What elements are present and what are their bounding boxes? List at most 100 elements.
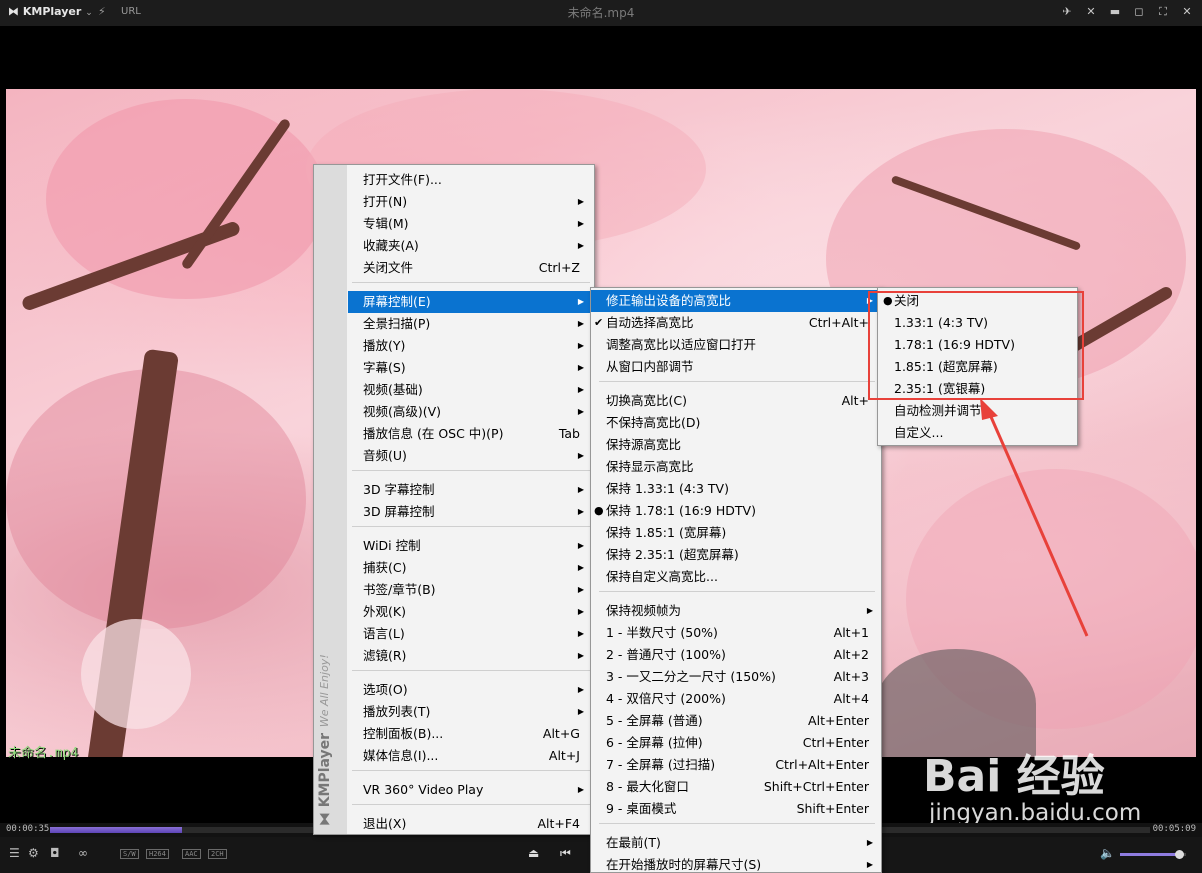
- menu-item[interactable]: 6 - 全屏幕 (拉伸) Ctrl+Enter: [591, 732, 881, 754]
- vr-glasses-icon[interactable]: ∞: [78, 846, 88, 860]
- menu-item[interactable]: 播放信息 (在 OSC 中)(P) Tab: [314, 423, 594, 445]
- menu-item-label: 保持 1.78:1 (16:9 HDTV): [606, 503, 756, 518]
- menu-item[interactable]: 保持视频帧为 ▶: [591, 600, 881, 622]
- menu-separator: [599, 381, 875, 382]
- menu-item[interactable]: 捕获(C) ▶: [314, 557, 594, 579]
- menu-item[interactable]: 保持自定义高宽比...: [591, 566, 881, 588]
- menu-item[interactable]: 全景扫描(P) ▶: [314, 313, 594, 335]
- menu-item[interactable]: 退出(X) Alt+F4: [314, 813, 594, 835]
- window-title: 未命名.mp4: [567, 6, 635, 20]
- menu-item[interactable]: 7 - 全屏幕 (过扫描) Ctrl+Alt+Enter: [591, 754, 881, 776]
- menu-item[interactable]: 2 - 普通尺寸 (100%) Alt+2: [591, 644, 881, 666]
- menu-item[interactable]: 9 - 桌面模式 Shift+Enter: [591, 798, 881, 820]
- menu-item-shortcut: Alt+1: [833, 625, 869, 640]
- close-icon[interactable]: ✕: [1178, 3, 1196, 21]
- pin-icon[interactable]: ✈: [1058, 3, 1076, 21]
- menu-item-label: 字幕(S): [363, 360, 406, 375]
- menu-item[interactable]: WiDi 控制 ▶: [314, 535, 594, 557]
- menu-item[interactable]: 4 - 双倍尺寸 (200%) Alt+4: [591, 688, 881, 710]
- menu-item[interactable]: ● 保持 1.78:1 (16:9 HDTV): [591, 500, 881, 522]
- menu-item[interactable]: 8 - 最大化窗口 Shift+Ctrl+Enter: [591, 776, 881, 798]
- submenu-arrow-icon: ▶: [577, 541, 584, 550]
- minimize-icon[interactable]: ▬: [1106, 3, 1124, 21]
- menu-item[interactable]: 关闭文件 Ctrl+Z: [314, 257, 594, 279]
- menu-item[interactable]: VR 360° Video Play ▶: [314, 779, 594, 801]
- menu-item-label: 退出(X): [363, 816, 407, 831]
- menu-separator: [599, 823, 875, 824]
- menu-item[interactable]: 从窗口内部调节: [591, 356, 881, 378]
- menu-item[interactable]: 滤镜(R) ▶: [314, 645, 594, 667]
- menu-item-label: 选项(O): [363, 682, 408, 697]
- menu-item[interactable]: 打开文件(F)...: [314, 169, 594, 191]
- menu-item[interactable]: 播放列表(T) ▶: [314, 701, 594, 723]
- menu-item[interactable]: 打开(N) ▶: [314, 191, 594, 213]
- menu-item[interactable]: 3D 屏幕控制 ▶: [314, 501, 594, 523]
- eject-icon[interactable]: ⏏: [528, 846, 539, 860]
- menu-item[interactable]: 1 - 半数尺寸 (50%) Alt+1: [591, 622, 881, 644]
- menu-item[interactable]: 收藏夹(A) ▶: [314, 235, 594, 257]
- menu-item[interactable]: 屏幕控制(E) ▶: [348, 291, 594, 313]
- volume-knob[interactable]: [1175, 850, 1185, 859]
- playlist-icon[interactable]: ☰: [9, 846, 20, 860]
- menu-item[interactable]: 书签/章节(B) ▶: [314, 579, 594, 601]
- menu-item-label: 捕获(C): [363, 560, 407, 575]
- menu-item[interactable]: 保持显示高宽比: [591, 456, 881, 478]
- gear-icon[interactable]: ⚙: [28, 846, 39, 860]
- menu-item-label: 自动检测并调节: [894, 403, 982, 418]
- menu-item-shortcut: Alt+: [841, 393, 869, 408]
- menu-item[interactable]: 不保持高宽比(D): [591, 412, 881, 434]
- menu-item-label: 5 - 全屏幕 (普通): [606, 713, 703, 728]
- menu-item[interactable]: ✔ 自动选择高宽比 Ctrl+Alt+: [591, 312, 881, 334]
- menu-item[interactable]: 外观(K) ▶: [314, 601, 594, 623]
- menu-item[interactable]: 语言(L) ▶: [314, 623, 594, 645]
- menu-item[interactable]: 播放(Y) ▶: [314, 335, 594, 357]
- menu-item[interactable]: 3D 字幕控制 ▶: [314, 479, 594, 501]
- menu-item[interactable]: 在开始播放时的屏幕尺寸(S) ▶: [591, 854, 881, 873]
- menu-item[interactable]: 保持源高宽比: [591, 434, 881, 456]
- screen-control-submenu: 修正输出设备的高宽比 ▶ ✔ 自动选择高宽比 Ctrl+Alt+ 调整高宽比以适应窗口打开…: [590, 287, 882, 873]
- menu-item-label: 2 - 普通尺寸 (100%): [606, 647, 726, 662]
- menu-item[interactable]: 自动检测并调节: [878, 400, 1077, 422]
- fullscreen-icon[interactable]: ⛶: [1154, 3, 1172, 21]
- 3d-icon[interactable]: ◘: [50, 846, 60, 860]
- menu-item[interactable]: 保持 1.85:1 (宽屏幕): [591, 522, 881, 544]
- menu-item-label: 3 - 一又二分之一尺寸 (150%): [606, 669, 776, 684]
- menu-item[interactable]: 保持 1.33:1 (4:3 TV): [591, 478, 881, 500]
- menu-item[interactable]: 自定义...: [878, 422, 1077, 444]
- menu-item[interactable]: 字幕(S) ▶: [314, 357, 594, 379]
- menu-item[interactable]: 选项(O) ▶: [314, 679, 594, 701]
- submenu-arrow-icon: ▶: [577, 507, 584, 516]
- close-small-icon[interactable]: ✕: [1082, 3, 1100, 21]
- volume-level: [1120, 853, 1180, 856]
- menu-item[interactable]: 切换高宽比(C) Alt+: [591, 390, 881, 412]
- submenu-arrow-icon: ▶: [577, 585, 584, 594]
- menu-item[interactable]: 修正输出设备的高宽比 ▶: [591, 290, 881, 312]
- previous-icon[interactable]: ⏮: [560, 846, 571, 861]
- menu-separator: [352, 770, 590, 771]
- menu-item-label: 切换高宽比(C): [606, 393, 687, 408]
- menu-item-label: 视频(基础): [363, 382, 423, 397]
- menu-item[interactable]: 3 - 一又二分之一尺寸 (150%) Alt+3: [591, 666, 881, 688]
- submenu-arrow-icon: ▶: [577, 785, 584, 794]
- submenu-arrow-icon: ▶: [577, 651, 584, 660]
- menu-item[interactable]: 保持 2.35:1 (超宽屏幕): [591, 544, 881, 566]
- volume-slider[interactable]: [1120, 850, 1186, 859]
- title-bar: ⧓ KMPlayer ⌄ ⚡ URL 未命名.mp4 ✈ ✕ ▬ ◻ ⛶ ✕: [0, 0, 1202, 26]
- menu-item[interactable]: 媒体信息(I)... Alt+J: [314, 745, 594, 767]
- menu-item-shortcut: Alt+Enter: [808, 713, 869, 728]
- menu-item[interactable]: 专辑(M) ▶: [314, 213, 594, 235]
- submenu-arrow-icon: ▶: [866, 606, 873, 615]
- speaker-icon[interactable]: 🔈: [1100, 846, 1115, 860]
- menu-item[interactable]: 控制面板(B)... Alt+G: [314, 723, 594, 745]
- submenu-arrow-icon: ▶: [577, 685, 584, 694]
- menu-item[interactable]: 在最前(T) ▶: [591, 832, 881, 854]
- menu-item-label: 媒体信息(I)...: [363, 748, 439, 763]
- menu-item[interactable]: 视频(基础) ▶: [314, 379, 594, 401]
- maximize-icon[interactable]: ◻: [1130, 3, 1148, 21]
- menu-item[interactable]: 5 - 全屏幕 (普通) Alt+Enter: [591, 710, 881, 732]
- menu-item[interactable]: 视频(高级)(V) ▶: [314, 401, 594, 423]
- menu-item-label: 9 - 桌面模式: [606, 801, 677, 816]
- context-menu: ⧓ KMPlayerWe All Enjoy! 打开文件(F)... 打开(N) ▶…: [313, 164, 595, 835]
- menu-item[interactable]: 音频(U) ▶: [314, 445, 594, 467]
- menu-item[interactable]: 调整高宽比以适应窗口打开: [591, 334, 881, 356]
